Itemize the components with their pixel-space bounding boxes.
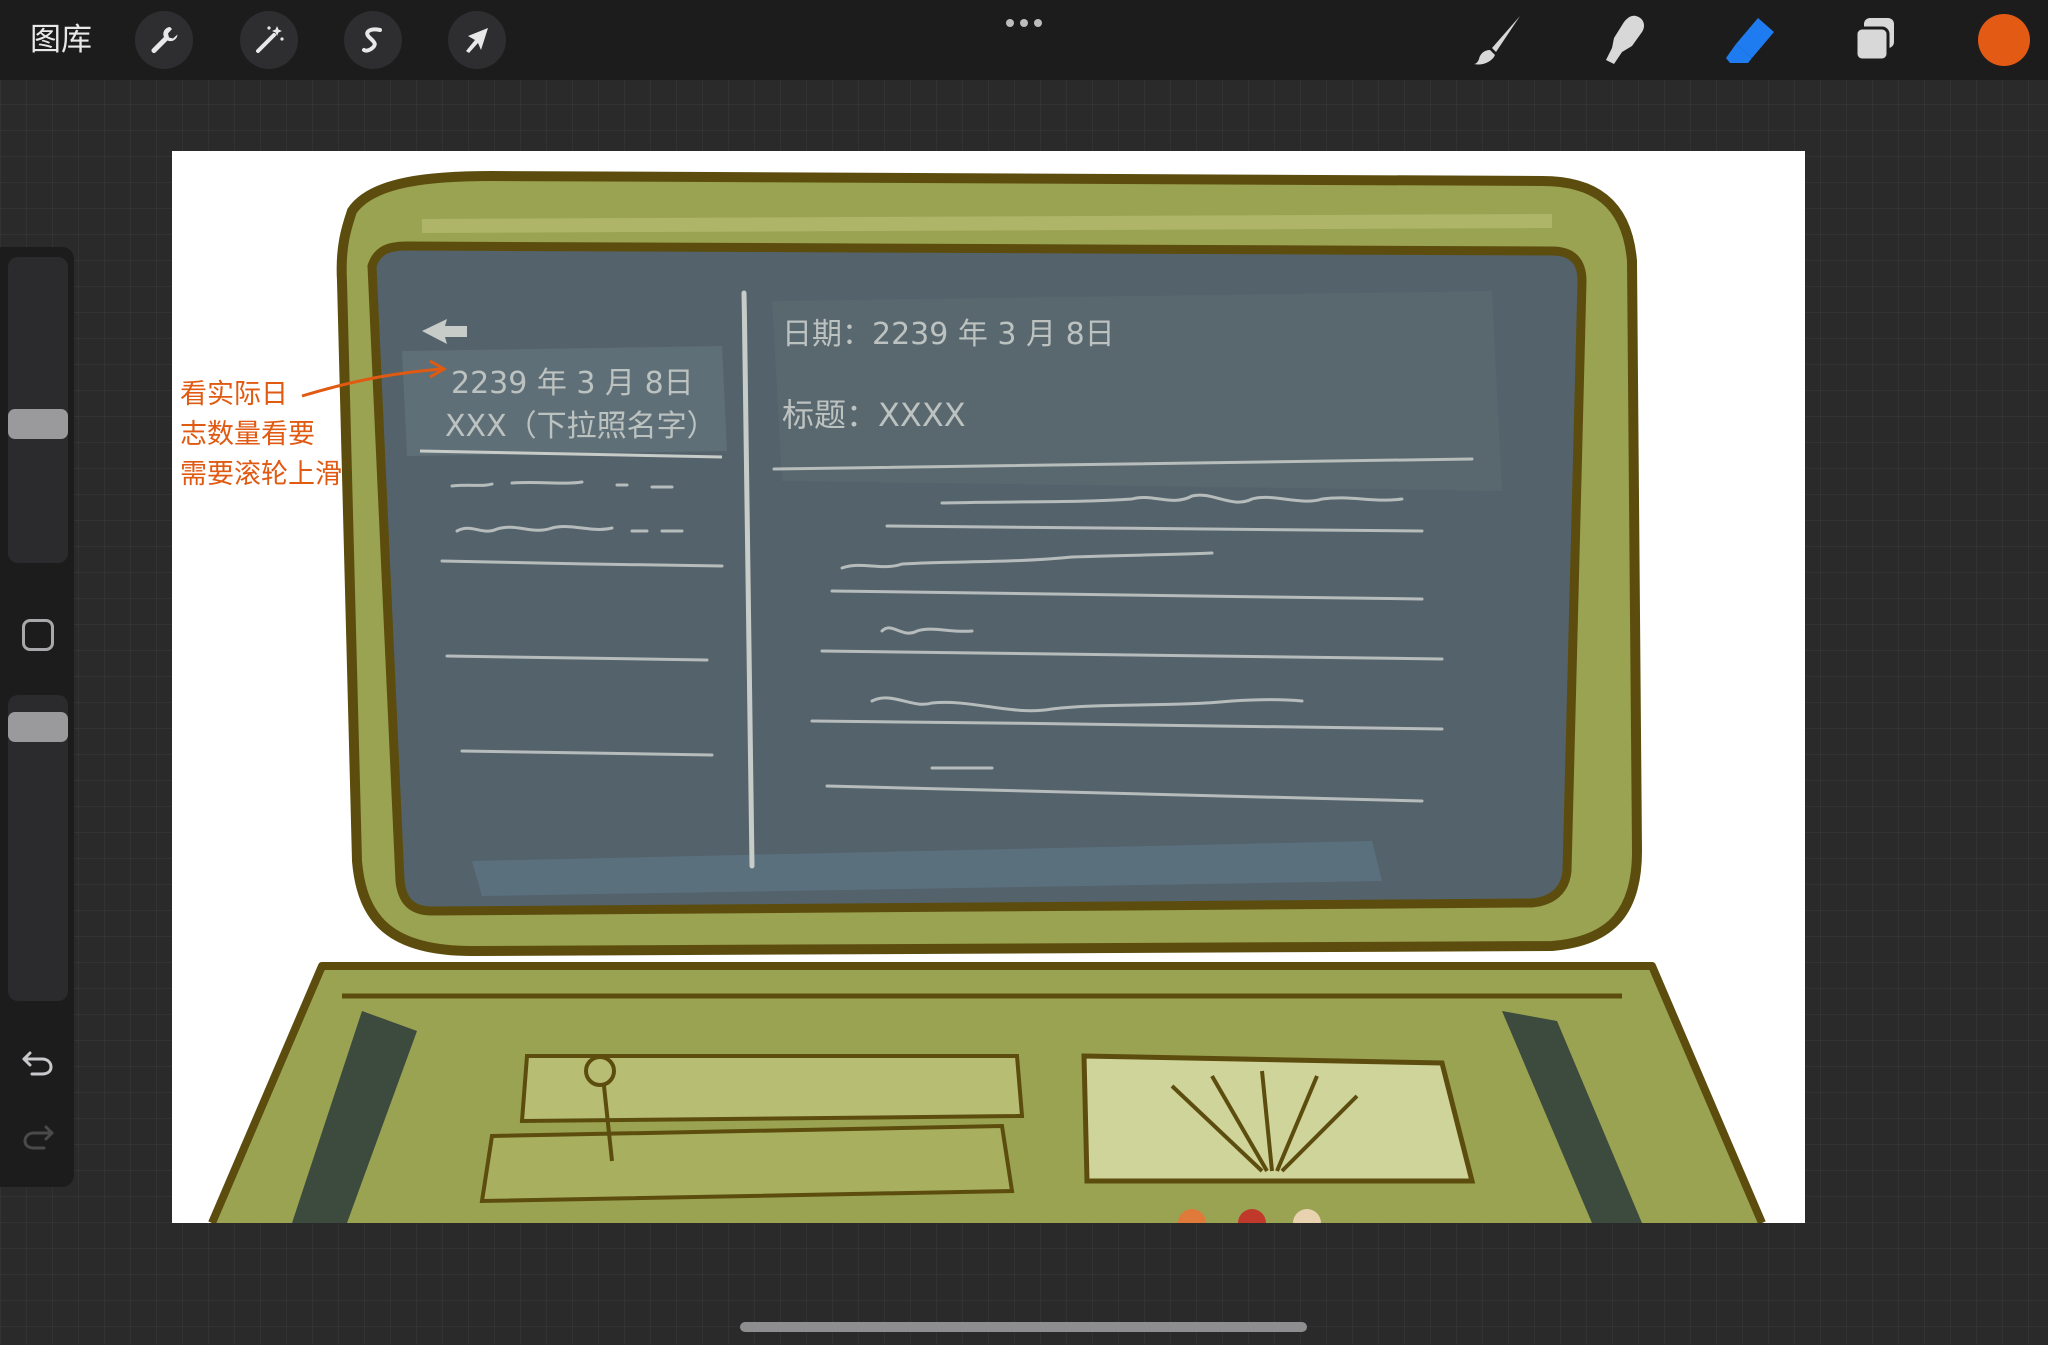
- brush-size-thumb[interactable]: [8, 409, 68, 439]
- right-title-text: 标题：XXXX: [782, 396, 966, 434]
- transform-button[interactable]: [448, 11, 506, 69]
- magic-wand-icon: [256, 26, 284, 53]
- square-icon[interactable]: [22, 619, 54, 651]
- eraser-icon: [1726, 18, 1774, 63]
- brush-icon: [1474, 16, 1520, 65]
- left-date-text: 2239 年 3 月 8日: [451, 366, 694, 401]
- redo-icon[interactable]: [20, 1119, 56, 1155]
- layers-icon: [1854, 18, 1894, 62]
- wrench-icon: [151, 27, 178, 53]
- sidebar: [0, 247, 74, 1187]
- smudge-finger-icon: [1606, 15, 1644, 64]
- layers-button[interactable]: [1846, 10, 1906, 70]
- annotation-line-2: 志数量看要: [180, 419, 315, 450]
- sketch-artwork: 2239 年 3 月 8日 XXX（下拉照名字） 日期：2239 年 3 月 8…: [180, 170, 1766, 1223]
- more-dots-icon[interactable]: [999, 8, 1049, 38]
- drawing-canvas[interactable]: 2239 年 3 月 8日 XXX（下拉照名字） 日期：2239 年 3 月 8…: [172, 151, 1805, 1223]
- eraser-button[interactable]: [1720, 10, 1780, 70]
- right-date-text: 日期：2239 年 3 月 8日: [782, 317, 1115, 352]
- top-toolbar: 图库: [0, 0, 2048, 80]
- actions-button[interactable]: [135, 11, 193, 69]
- selection-button[interactable]: [344, 11, 402, 69]
- color-picker-button[interactable]: [1978, 14, 2030, 66]
- gallery-button[interactable]: 图库: [30, 18, 92, 62]
- home-indicator[interactable]: [740, 1322, 1307, 1332]
- annotation-line-1: 看实际日: [180, 379, 288, 410]
- undo-icon[interactable]: [20, 1045, 56, 1081]
- arrow-cursor-icon: [466, 28, 488, 53]
- left-name-text: XXX（下拉照名字）: [445, 409, 717, 444]
- smudge-button[interactable]: [1594, 10, 1654, 70]
- opacity-thumb[interactable]: [8, 712, 68, 742]
- brush-button[interactable]: [1468, 10, 1528, 70]
- adjustments-button[interactable]: [240, 11, 298, 69]
- selection-s-icon: [362, 27, 382, 53]
- annotation-line-3: 需要滚轮上滑: [180, 459, 342, 490]
